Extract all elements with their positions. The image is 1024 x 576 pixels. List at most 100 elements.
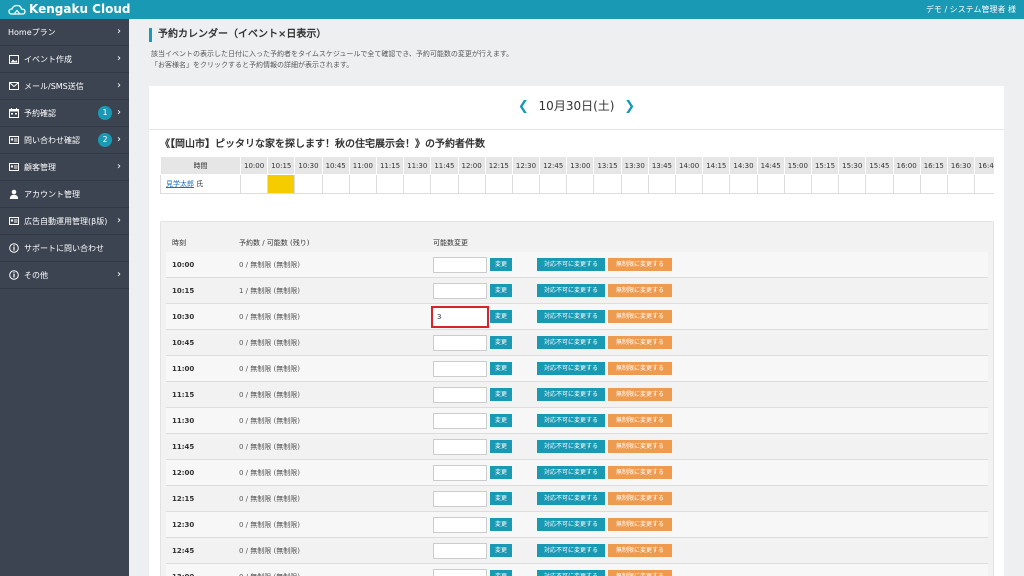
set-unavailable-button[interactable]: 対応不可に変更する (537, 492, 605, 505)
set-unlimited-button[interactable]: 無制限に変更する (608, 466, 672, 479)
next-day-icon[interactable]: ❯ (618, 99, 641, 114)
timeline-slot-header: 10:45 (321, 156, 350, 175)
sidebar-item-label: メール/SMS送信 (24, 81, 84, 91)
change-button[interactable]: 変更 (490, 570, 512, 576)
timeline-slot-header: 16:45 (974, 156, 994, 175)
capacity-input[interactable] (433, 517, 487, 533)
count-badge: 1 (98, 106, 112, 120)
set-unavailable-button[interactable]: 対応不可に変更する (537, 544, 605, 557)
current-date: 10月30日(土) (538, 99, 615, 113)
slot-count: 0 / 無制限 (無制限) (239, 521, 300, 529)
timeline-slot (756, 174, 785, 194)
timeline-table: 時間 10:00 10:15 10:30 10:45 11:00 11:15 11:30 11:… (160, 156, 994, 194)
set-unavailable-button[interactable]: 対応不可に変更する (537, 518, 605, 531)
change-button[interactable]: 変更 (490, 310, 512, 323)
timeline-slot-header: 13:30 (620, 156, 649, 175)
capacity-input[interactable] (433, 283, 487, 299)
set-unlimited-button[interactable]: 無制限に変更する (608, 284, 672, 297)
set-unlimited-button[interactable]: 無制限に変更する (608, 440, 672, 453)
sidebar-item-1[interactable]: イベント作成 › (0, 46, 129, 73)
capacity-input[interactable] (433, 387, 487, 403)
change-button[interactable]: 変更 (490, 414, 512, 427)
timeline-slot (566, 174, 595, 194)
set-unavailable-button[interactable]: 対応不可に変更する (537, 362, 605, 375)
sidebar-item-6[interactable]: アカウント管理 (0, 181, 129, 208)
set-unavailable-button[interactable]: 対応不可に変更する (537, 258, 605, 271)
set-unavailable-button[interactable]: 対応不可に変更する (537, 388, 605, 401)
chevron-right-icon: › (117, 269, 121, 280)
chevron-right-icon: › (117, 107, 121, 118)
availability-row: 13:00 0 / 無制限 (無制限) 変更 対応不可に変更する無制限に変更する (166, 564, 988, 576)
set-unlimited-button[interactable]: 無制限に変更する (608, 336, 672, 349)
sidebar-item-9[interactable]: その他 › (0, 262, 129, 289)
capacity-input[interactable] (433, 335, 487, 351)
sidebar-item-8[interactable]: サポートに問い合わせ (0, 235, 129, 262)
timeline-slot (321, 174, 350, 194)
prev-day-icon[interactable]: ❮ (512, 99, 535, 114)
set-unlimited-button[interactable]: 無制限に変更する (608, 310, 672, 323)
set-unlimited-button[interactable]: 無制限に変更する (608, 258, 672, 271)
set-unavailable-button[interactable]: 対応不可に変更する (537, 284, 605, 297)
app-logo[interactable]: Kengaku Cloud (8, 2, 130, 17)
sidebar-item-5[interactable]: 顧客管理 › (0, 154, 129, 181)
capacity-input[interactable] (433, 361, 487, 377)
timeline-slot (919, 174, 948, 194)
change-button[interactable]: 変更 (490, 258, 512, 271)
set-unlimited-button[interactable]: 無制限に変更する (608, 362, 672, 375)
set-unavailable-button[interactable]: 対応不可に変更する (537, 570, 605, 576)
change-button[interactable]: 変更 (490, 336, 512, 349)
sidebar-item-3[interactable]: 予約確認 1 › (0, 100, 129, 127)
change-button[interactable]: 変更 (490, 544, 512, 557)
change-button[interactable]: 変更 (490, 362, 512, 375)
timeline-scroll[interactable]: 時間 10:00 10:15 10:30 10:45 11:00 11:15 11:30 11:… (160, 156, 994, 195)
timeline-slot (403, 174, 432, 194)
change-button[interactable]: 変更 (490, 284, 512, 297)
app-name: Kengaku Cloud (29, 2, 131, 16)
set-unavailable-button[interactable]: 対応不可に変更する (537, 310, 605, 323)
capacity-input[interactable] (431, 306, 489, 328)
timeline-slot-header: 13:00 (566, 156, 595, 175)
change-button[interactable]: 変更 (490, 388, 512, 401)
set-unavailable-button[interactable]: 対応不可に変更する (537, 466, 605, 479)
change-button[interactable]: 変更 (490, 492, 512, 505)
mail-icon (8, 80, 20, 92)
top-bar: Kengaku Cloud デモ / システム管理者 様 (0, 0, 1024, 19)
change-button[interactable]: 変更 (490, 440, 512, 453)
timeline-slot-header: 11:15 (375, 156, 405, 175)
sidebar-item-4[interactable]: 問い合わせ確認 2 › (0, 127, 129, 154)
capacity-input[interactable] (433, 465, 487, 481)
change-button[interactable]: 変更 (490, 466, 512, 479)
set-unlimited-button[interactable]: 無制限に変更する (608, 544, 672, 557)
set-unlimited-button[interactable]: 無制限に変更する (608, 518, 672, 531)
set-unavailable-button[interactable]: 対応不可に変更する (537, 414, 605, 427)
sidebar-item-7[interactable]: 広告自動運用管理(β版) › (0, 208, 129, 235)
set-unlimited-button[interactable]: 無制限に変更する (608, 414, 672, 427)
capacity-input[interactable] (433, 439, 487, 455)
chevron-right-icon: › (117, 161, 121, 172)
slot-count: 0 / 無制限 (無制限) (239, 261, 300, 269)
sidebar-item-2[interactable]: メール/SMS送信 › (0, 73, 129, 100)
timeline-slot-header: 11:00 (348, 156, 377, 175)
timeline-slot (593, 174, 622, 194)
set-unlimited-button[interactable]: 無制限に変更する (608, 388, 672, 401)
sidebar-item-0[interactable]: Homeプラン › (0, 19, 129, 46)
change-button[interactable]: 変更 (490, 518, 512, 531)
id-card-icon (8, 161, 20, 173)
capacity-input[interactable] (433, 491, 487, 507)
capacity-input[interactable] (433, 543, 487, 559)
set-unlimited-button[interactable]: 無制限に変更する (608, 570, 672, 576)
capacity-input[interactable] (433, 413, 487, 429)
capacity-input[interactable] (433, 257, 487, 273)
set-unavailable-button[interactable]: 対応不可に変更する (537, 440, 605, 453)
customer-name-link[interactable]: 見学太郎 (166, 180, 194, 188)
timeline-slot-header: 10:30 (294, 156, 323, 175)
capacity-input[interactable] (433, 569, 487, 576)
slot-time: 11:45 (172, 443, 195, 451)
user-name[interactable]: デモ / システム管理者 様 (926, 4, 1016, 15)
slot-time: 12:30 (172, 521, 195, 529)
count-badge: 2 (98, 133, 112, 147)
set-unavailable-button[interactable]: 対応不可に変更する (537, 336, 605, 349)
set-unlimited-button[interactable]: 無制限に変更する (608, 492, 672, 505)
timeline-slot-header: 10:15 (267, 156, 296, 175)
id-card-icon (8, 215, 20, 227)
